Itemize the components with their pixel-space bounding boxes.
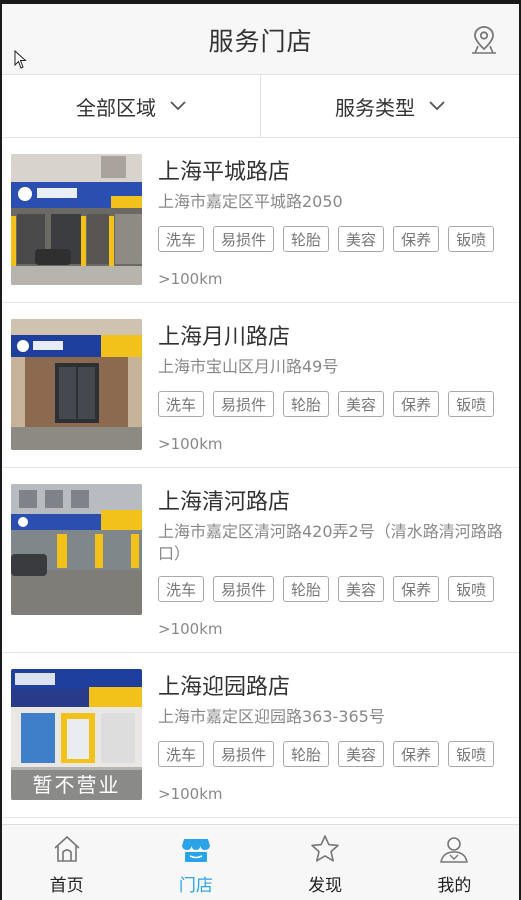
service-tag: 易损件: [213, 391, 275, 417]
service-tags: 洗车 易损件 轮胎 美容 保养 钣喷: [158, 226, 503, 252]
tab-label: 我的: [437, 876, 472, 896]
user-icon: [440, 837, 469, 863]
service-tag: 洗车: [158, 741, 205, 767]
map-pin-icon: [472, 26, 496, 54]
store-icon: [181, 839, 210, 862]
store-list-item[interactable]: 上海清河路店 上海市嘉定区清河路420弄2号（清水路清河路路口） 洗车 易损件 …: [2, 468, 519, 653]
page-title: 服务门店: [208, 27, 313, 56]
store-list-item[interactable]: 暂不营业 上海迎园路店 上海市嘉定区迎园路363-365号 洗车 易损件 轮胎 …: [2, 653, 519, 818]
service-tag: 洗车: [158, 226, 205, 252]
store-name: 上海月川路店: [158, 325, 291, 350]
closed-status-overlay: 暂不营业: [11, 770, 142, 800]
store-photo: 暂不营业: [11, 669, 142, 800]
store-list: 上海平城路店 上海市嘉定区平城路2050 洗车 易损件 轮胎 美容 保养 钣喷 …: [2, 138, 519, 818]
tab-label: 发现: [308, 876, 343, 896]
service-tag: 美容: [338, 391, 385, 417]
store-photo: [11, 484, 142, 615]
store-distance: >100km: [158, 620, 223, 638]
service-tag: 保养: [393, 391, 440, 417]
service-tag: 保养: [393, 226, 440, 252]
service-type-filter[interactable]: 服务类型: [260, 75, 519, 137]
location-button[interactable]: [469, 24, 499, 56]
chevron-down-icon: [170, 101, 186, 111]
filter-bar: 全部区域 服务类型: [2, 75, 519, 138]
service-tag: 保养: [393, 576, 440, 602]
store-name: 上海平城路店: [158, 160, 291, 185]
tab-label: 首页: [49, 876, 84, 896]
app-frame: 服务门店 全部区域 服务类型 上海平城路店 上海市嘉定区平城路2050 洗车 易…: [0, 0, 521, 900]
region-filter-label: 全部区域: [76, 95, 156, 120]
store-address: 上海市嘉定区清河路420弄2号（清水路清河路路口）: [158, 522, 503, 563]
service-tag: 钣喷: [448, 391, 495, 417]
service-type-filter-label: 服务类型: [335, 95, 415, 120]
tab-label: 门店: [178, 876, 213, 896]
tab-discover[interactable]: 发现: [261, 825, 390, 900]
service-tag: 美容: [338, 741, 385, 767]
store-list-item[interactable]: 上海月川路店 上海市宝山区月川路49号 洗车 易损件 轮胎 美容 保养 钣喷 >…: [2, 303, 519, 468]
service-tag: 易损件: [213, 226, 275, 252]
service-tag: 钣喷: [448, 741, 495, 767]
service-tag: 钣喷: [448, 226, 495, 252]
service-tag: 易损件: [213, 576, 275, 602]
service-tag: 轮胎: [283, 226, 330, 252]
service-tag: 易损件: [213, 741, 275, 767]
home-icon: [54, 835, 80, 862]
service-tag: 钣喷: [448, 576, 495, 602]
store-name: 上海迎园路店: [158, 675, 291, 700]
service-tag: 轮胎: [283, 741, 330, 767]
tab-profile[interactable]: 我的: [390, 825, 519, 900]
service-tag: 保养: [393, 741, 440, 767]
service-tag: 洗车: [158, 576, 205, 602]
store-distance: >100km: [158, 435, 223, 453]
store-list-item[interactable]: 上海平城路店 上海市嘉定区平城路2050 洗车 易损件 轮胎 美容 保养 钣喷 …: [2, 138, 519, 303]
store-address: 上海市宝山区月川路49号: [158, 357, 339, 376]
tab-store[interactable]: 门店: [131, 825, 260, 900]
store-distance: >100km: [158, 785, 223, 803]
tab-home[interactable]: 首页: [2, 825, 131, 900]
region-filter[interactable]: 全部区域: [2, 75, 260, 137]
service-tags: 洗车 易损件 轮胎 美容 保养 钣喷: [158, 391, 503, 417]
store-photo: [11, 154, 142, 285]
service-tag: 美容: [338, 226, 385, 252]
service-tag: 美容: [338, 576, 385, 602]
store-address: 上海市嘉定区迎园路363-365号: [158, 707, 385, 726]
title-bar: 服务门店: [2, 4, 519, 75]
store-name: 上海清河路店: [158, 490, 291, 515]
service-tags: 洗车 易损件 轮胎 美容 保养 钣喷: [158, 741, 503, 767]
store-address: 上海市嘉定区平城路2050: [158, 192, 343, 211]
store-photo: [11, 319, 142, 450]
bottom-tab-bar: 首页 门店 发现 我的: [2, 824, 519, 900]
service-tag: 洗车: [158, 391, 205, 417]
star-icon: [311, 835, 339, 862]
store-distance: >100km: [158, 270, 223, 288]
service-tag: 轮胎: [283, 391, 330, 417]
service-tag: 轮胎: [283, 576, 330, 602]
service-tags: 洗车 易损件 轮胎 美容 保养 钣喷: [158, 576, 503, 602]
chevron-down-icon: [429, 101, 445, 111]
